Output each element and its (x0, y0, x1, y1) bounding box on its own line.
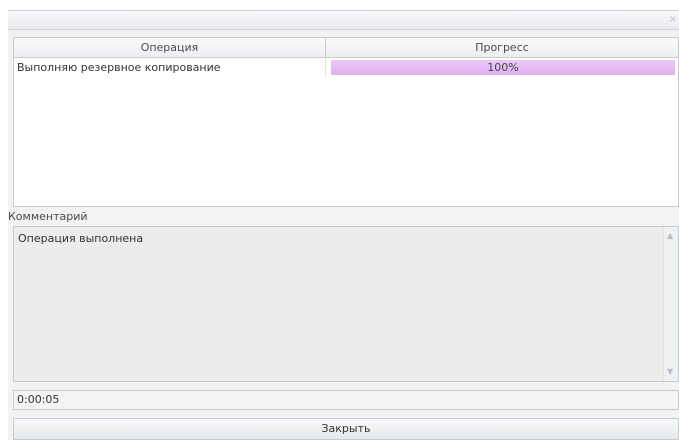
operations-grid: Операция Прогресс Выполняю резервное коп… (13, 37, 679, 207)
comment-text: Операция выполнена (18, 232, 144, 245)
close-icon[interactable]: × (669, 14, 677, 26)
progress-cell: 100% (326, 58, 678, 78)
progress-label: 100% (487, 61, 519, 74)
column-header-progress[interactable]: Прогресс (326, 38, 678, 57)
grid-header: Операция Прогресс (14, 38, 678, 58)
comment-label: Комментарий (8, 210, 88, 223)
scroll-down-arrow-icon[interactable]: ▼ (667, 367, 673, 377)
progress-bar: 100% (331, 60, 675, 75)
operation-cell: Выполняю резервное копирование (14, 58, 326, 78)
close-button[interactable]: Закрыть (13, 418, 679, 440)
title-bar: × (8, 10, 679, 30)
scroll-up-arrow-icon[interactable]: ▲ (667, 231, 673, 241)
operation-dialog: × Операция Прогресс Выполняю резервное к… (8, 10, 679, 440)
comment-textarea[interactable]: Операция выполнена ▲ ▼ (13, 226, 679, 382)
column-header-operation[interactable]: Операция (14, 38, 326, 57)
comment-scrollbar[interactable]: ▲ ▼ (663, 227, 678, 381)
elapsed-time-field: 0:00:05 (13, 390, 679, 410)
table-row[interactable]: Выполняю резервное копирование 100% (14, 58, 678, 78)
